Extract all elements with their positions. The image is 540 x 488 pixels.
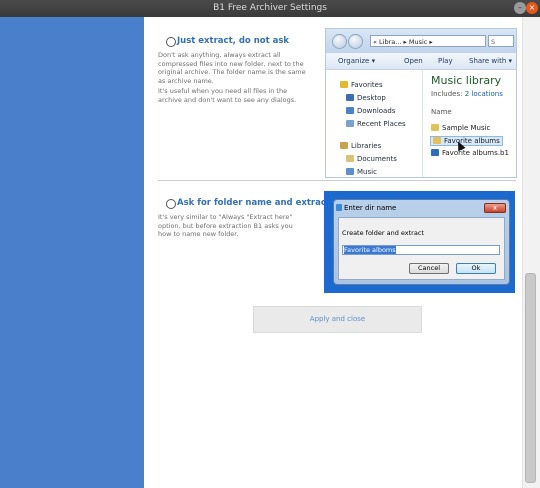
desktop-icon [346, 94, 354, 101]
option-ask-folder-title[interactable]: Ask for folder name and extract [177, 198, 330, 208]
library-includes: Includes: 2 locations [431, 90, 503, 98]
toolbar-organize: Organize ▾ [338, 57, 376, 65]
back-arrow-icon [332, 34, 347, 49]
option-just-extract-title[interactable]: Just extract, do not ask [177, 36, 289, 46]
nav-recent: Recent Places [346, 120, 406, 128]
forward-arrow-icon [348, 34, 363, 49]
close-button[interactable]: × [526, 2, 538, 14]
dialog-ok-button: Ok [456, 263, 496, 274]
nav-desktop: Desktop [346, 94, 386, 102]
option-just-extract-note: It's useful when you need all files in t… [158, 87, 297, 104]
explorer-address-bar: « Libra... ▸ Music ▸ S [326, 29, 516, 53]
option-ask-folder-description: It's very similar to "Always "Extract he… [158, 213, 293, 239]
dialog-close-icon: x [484, 203, 506, 213]
dialog-title: Enter dir name [344, 204, 397, 212]
minimize-button[interactable]: – [514, 2, 526, 14]
search-box: S [488, 35, 514, 47]
file-item-selected: Favorite albums [430, 136, 503, 146]
nav-favorites: Favorites [340, 81, 383, 89]
name-column-header: Name [431, 108, 452, 116]
library-title: Music library [431, 74, 502, 87]
explorer-toolbar: Organize ▾ Open Play Share with ▾ [326, 53, 516, 70]
enter-dir-dialog: Enter dir name x Create folder and extra… [333, 199, 510, 285]
address-path: « Libra... ▸ Music ▸ [370, 35, 486, 47]
nav-downloads: Downloads [346, 107, 395, 115]
file-item: Sample Music [431, 124, 490, 132]
window-title: B1 Free Archiver Settings [213, 3, 327, 13]
option-just-extract-description: Don't ask anything, always extract all c… [158, 51, 306, 85]
explorer-preview-image: « Libra... ▸ Music ▸ S Organize ▾ Open P… [325, 28, 517, 178]
toolbar-open: Open [404, 57, 423, 65]
nav-libraries: Libraries [340, 142, 381, 150]
toolbar-share: Share with ▾ [469, 57, 513, 65]
radio-ask-folder-name[interactable] [166, 199, 176, 209]
recent-places-icon [346, 120, 354, 127]
nav-documents: Documents [346, 155, 397, 163]
scrollbar-thumb[interactable] [525, 273, 536, 483]
libraries-icon [340, 142, 348, 149]
title-bar: B1 Free Archiver Settings – × [0, 0, 540, 17]
dialog-label: Create folder and extract [342, 229, 424, 237]
toolbar-play: Play [438, 57, 453, 65]
folder-icon [433, 137, 441, 144]
explorer-main-pane: Music library Includes: 2 locations Name… [423, 70, 516, 177]
star-icon [340, 81, 348, 88]
archive-icon [431, 149, 439, 156]
apply-and-close-button[interactable]: Apply and close [253, 306, 422, 333]
sidebar-panel [0, 17, 144, 488]
section-divider [158, 180, 516, 181]
file-item: Favorite albums.b1 [431, 149, 509, 157]
documents-icon [346, 155, 354, 162]
radio-just-extract[interactable] [166, 37, 176, 47]
downloads-icon [346, 107, 354, 114]
dialog-app-icon [336, 204, 342, 211]
dialog-body: Create folder and extract Favorite albom… [338, 217, 505, 280]
music-icon [346, 168, 354, 175]
dialog-cancel-button: Cancel [409, 263, 449, 274]
nav-music: Music [346, 168, 377, 176]
explorer-nav-pane: Favorites Desktop Downloads Recent Place… [326, 70, 423, 177]
dialog-folder-input: Favorite alboms [342, 245, 500, 255]
folder-icon [431, 124, 439, 131]
